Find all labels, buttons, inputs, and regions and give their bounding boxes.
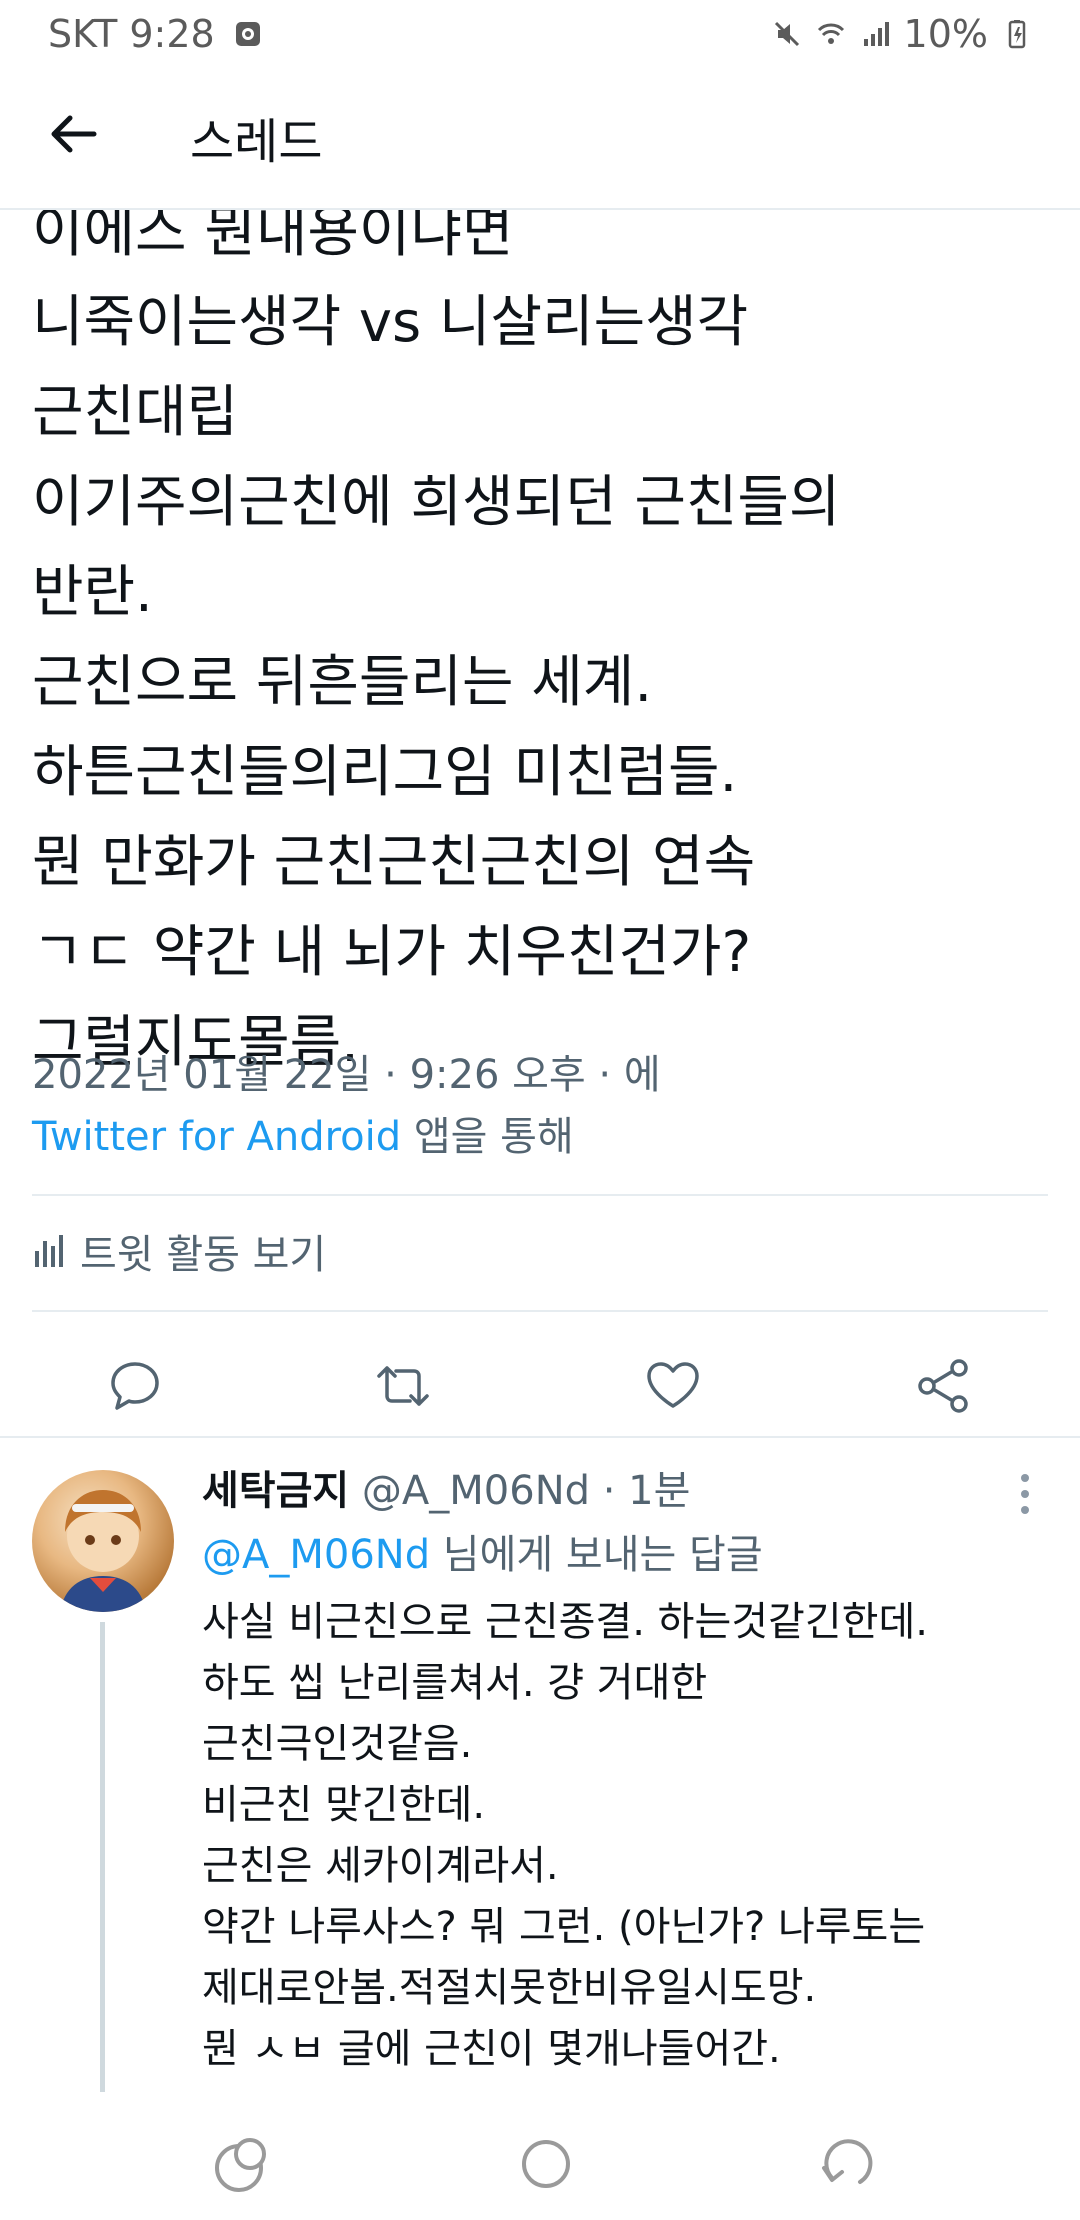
battery-percent: 10% <box>903 12 988 56</box>
reply-handle-time: @A_M06Nd · 1분 <box>349 1468 691 1514</box>
back-nav-icon[interactable] <box>814 2132 878 2196</box>
avatar[interactable] <box>32 1470 174 1612</box>
more-vertical-icon[interactable] <box>1010 1472 1040 1516</box>
tweet-source-line: Twitter for Android 앱을 통해 <box>32 1106 1032 1168</box>
avatar-image <box>60 1490 146 1612</box>
page-title: 스레드 <box>190 114 323 170</box>
reply-author-name[interactable]: 세탁금지 <box>202 1468 349 1514</box>
battery-icon <box>1008 20 1026 49</box>
status-bar: SKT 9:28 10% <box>0 0 1080 66</box>
status-left: SKT 9:28 <box>48 12 263 56</box>
reply-header: 세탁금지 @A_M06Nd · 1분 <box>202 1460 690 1522</box>
tweet-source-link[interactable]: Twitter for Android <box>32 1114 401 1160</box>
reply-to-mention[interactable]: @A_M06Nd <box>202 1532 430 1578</box>
divider <box>32 1310 1048 1312</box>
status-right: 10% <box>772 12 1032 56</box>
tweet-source-suffix: 앱을 통해 <box>401 1114 574 1160</box>
reply-icon[interactable] <box>105 1356 165 1416</box>
wifi-icon <box>817 23 844 44</box>
thread-connector <box>100 1622 105 2092</box>
signal-icon <box>863 22 889 46</box>
home-icon[interactable] <box>514 2132 578 2196</box>
reply-text: 사실 비근친으로 근친종결. 하는것같긴한데. 하도 씹 난리를쳐서. 걍 거대… <box>202 1599 928 2072</box>
tweet-activity-button[interactable]: 트윗 활동 보기 <box>32 1222 326 1280</box>
top-app-bar: 스레드 <box>0 66 1080 210</box>
retweet-icon[interactable] <box>373 1356 433 1416</box>
back-arrow-icon[interactable] <box>44 104 104 164</box>
replying-to: @A_M06Nd 님에게 보내는 답글 <box>202 1524 763 1586</box>
divider <box>32 1194 1048 1196</box>
mute-icon <box>774 21 799 47</box>
recent-apps-icon[interactable] <box>210 2132 274 2196</box>
system-navigation-bar <box>0 2100 1080 2220</box>
tweet-meta: 2022년 01월 22일 · 9:26 오후 · 에 Twitter for … <box>32 1044 1032 1168</box>
tweet-action-bar <box>0 1336 1080 1436</box>
tweet-text: 이에스 뭔내용이냐면 니죽이는생각 vs 니살리는생각 근친대립 이기주의근친에… <box>32 200 841 1075</box>
carrier-time: SKT 9:28 <box>48 12 215 56</box>
tweet-activity-label: 트윗 활동 보기 <box>80 1232 327 1278</box>
reply-to-suffix: 님에게 보내는 답글 <box>430 1532 763 1578</box>
like-icon[interactable] <box>643 1356 703 1416</box>
reply-tweet[interactable] <box>0 1436 1080 1438</box>
tweet-timestamp: 2022년 01월 22일 · 9:26 오후 · 에 <box>32 1052 661 1098</box>
activity-chart-icon <box>35 1235 63 1267</box>
share-icon[interactable] <box>913 1356 973 1416</box>
screen-record-icon <box>235 22 260 46</box>
